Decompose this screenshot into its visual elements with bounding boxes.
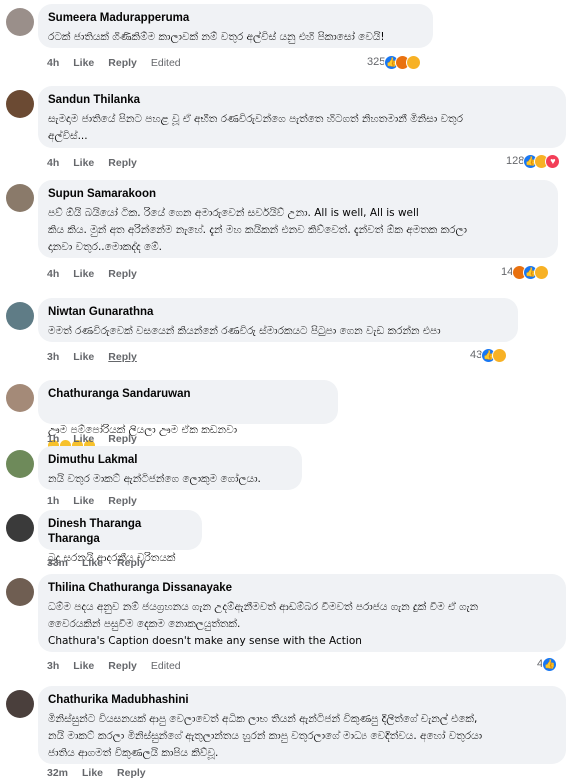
comment-time[interactable]: 33m xyxy=(47,556,68,570)
reaction-count: 128 xyxy=(506,155,525,167)
like-button[interactable]: Like xyxy=(73,56,94,70)
avatar[interactable] xyxy=(6,302,34,330)
comment-time[interactable]: 32m xyxy=(47,766,68,778)
comment-author[interactable]: Dimuthu Lakmal xyxy=(48,453,292,468)
love-icon: ♥ xyxy=(545,153,561,169)
comment-time[interactable]: 1h xyxy=(47,494,59,508)
comment-text: ධම්ම පදය අනුව නම් ජයග්‍රහනය ගැන උදම්ඇනීම… xyxy=(48,601,479,647)
like-icon: 👍 xyxy=(542,656,558,672)
like-button[interactable]: Like xyxy=(73,350,94,364)
like-button[interactable]: Like xyxy=(73,494,94,508)
avatar[interactable] xyxy=(6,578,34,606)
comment-text: නයි වතුර මාකට් ඇන්ටිජන්ගෙ ලොකුම ගෝලයා. xyxy=(48,473,261,485)
reply-button[interactable]: Reply xyxy=(108,350,137,364)
comment-author[interactable]: Thilina Chathuranga Dissanayake xyxy=(48,581,556,596)
avatar[interactable] xyxy=(6,690,34,718)
avatar[interactable] xyxy=(6,184,34,212)
comment-author[interactable]: Dinesh Tharanga Tharanga xyxy=(48,517,192,547)
comment-bubble: Dimuthu Lakmal නයි වතුර මාකට් ඇන්ටිජන්ගෙ… xyxy=(38,446,302,490)
comment-actions: 4h Like Reply Edited xyxy=(47,56,181,70)
comment-actions: 3h Like Reply xyxy=(47,350,137,364)
reaction-summary[interactable]: 14 👍 xyxy=(501,264,550,280)
avatar[interactable] xyxy=(6,450,34,478)
comment-actions: 32m Like Reply xyxy=(47,766,146,778)
like-button[interactable]: Like xyxy=(82,766,103,778)
comment-text: රටක් ජාතියක් ගිණිකිම්ම කාලාවක් නම් වතුර … xyxy=(48,31,385,43)
comment-author[interactable]: Supun Samarakoon xyxy=(48,187,548,202)
like-button[interactable]: Like xyxy=(73,267,94,281)
reply-button[interactable]: Reply xyxy=(117,766,146,778)
reaction-count: 325 xyxy=(367,56,386,68)
reaction-summary[interactable]: 128 👍 ♥ xyxy=(506,153,561,169)
comment-actions: 1h Like Reply xyxy=(47,432,137,446)
comment-author[interactable]: Sandun Thilanka xyxy=(48,93,556,108)
comment-author[interactable]: Niwtan Gunarathna xyxy=(48,305,508,320)
comment-bubble: Supun Samarakoon පව් ඕයි බයියෝ ටික. රියේ… xyxy=(38,180,558,258)
comment-time[interactable]: 4h xyxy=(47,156,59,170)
haha-icon xyxy=(406,54,422,70)
haha-icon xyxy=(534,264,550,280)
comment-actions: 4h Like Reply xyxy=(47,267,137,281)
comment-text: සැමදාම ජාතියේ පිනට පහළ වූ ඒ අභීත රණවිරුව… xyxy=(48,113,463,142)
comment-actions: 4h Like Reply xyxy=(47,156,137,170)
reply-button[interactable]: Reply xyxy=(117,556,146,570)
comment-text: පව් ඕයි බයියෝ ටික. රියේ ගෙන අමාරුවෙන් සර… xyxy=(48,207,467,253)
reaction-summary[interactable]: 43 👍 xyxy=(470,347,508,363)
reaction-summary[interactable]: 325 👍 xyxy=(367,54,422,70)
reply-button[interactable]: Reply xyxy=(108,494,137,508)
comment-author[interactable]: Chathurika Madubhashini xyxy=(48,693,556,708)
like-button[interactable]: Like xyxy=(73,432,94,446)
comment-actions: 33m Like Reply xyxy=(47,556,146,570)
like-button[interactable]: Like xyxy=(73,659,94,673)
reply-button[interactable]: Reply xyxy=(108,659,137,673)
comment-text: මමත් රණවිරුවෙක් වසයෙන් කියන්නේ රණවිරු ස්… xyxy=(48,325,441,337)
edited-label: Edited xyxy=(150,660,181,672)
comment-bubble: Sumeera Madurapperuma රටක් ජාතියක් ගිණික… xyxy=(38,4,433,48)
comments-list: Sumeera Madurapperuma රටක් ජාතියක් ගිණික… xyxy=(0,0,579,778)
comment-bubble: Chathuranga Sandaruwan ඌම පම්පෝරියක් ලිය… xyxy=(38,380,338,451)
comment-bubble: Thilina Chathuranga Dissanayake ධම්ම පදය… xyxy=(38,574,566,652)
reply-button[interactable]: Reply xyxy=(108,432,137,446)
reply-button[interactable]: Reply xyxy=(108,56,137,70)
reply-button[interactable]: Reply xyxy=(108,156,137,170)
comment-bubble: Niwtan Gunarathna මමත් රණවිරුවෙක් වසයෙන්… xyxy=(38,298,518,342)
avatar[interactable] xyxy=(6,90,34,118)
like-button[interactable]: Like xyxy=(73,156,94,170)
comment-actions: 3h Like Reply Edited xyxy=(47,659,181,673)
edited-label: Edited xyxy=(150,57,181,69)
comment-time[interactable]: 3h xyxy=(47,659,59,673)
comment-bubble: Chathurika Madubhashini මිනිස්සුන්ට වියස… xyxy=(38,686,566,764)
haha-icon xyxy=(492,347,508,363)
comment-time[interactable]: 4h xyxy=(47,56,59,70)
comment-time[interactable]: 3h xyxy=(47,350,59,364)
comment-bubble: Sandun Thilanka සැමදාම ජාතියේ පිනට පහළ ව… xyxy=(38,86,566,148)
comment-text: මිනිස්සුන්ට වියසනයක් ආපු වෙලාවෙත් අධික ල… xyxy=(48,713,483,759)
like-button[interactable]: Like xyxy=(82,556,103,570)
comment-time[interactable]: 4h xyxy=(47,267,59,281)
avatar[interactable] xyxy=(6,384,34,412)
comment-time[interactable]: 1h xyxy=(47,432,59,446)
reply-button[interactable]: Reply xyxy=(108,267,137,281)
comment-author[interactable]: Chathuranga Sandaruwan xyxy=(48,387,328,402)
comment-author[interactable]: Sumeera Madurapperuma xyxy=(48,11,423,26)
avatar[interactable] xyxy=(6,8,34,36)
avatar[interactable] xyxy=(6,514,34,542)
comment-bubble: Dinesh Tharanga Tharanga බුදු සරනයි ආදරන… xyxy=(38,510,202,564)
reaction-summary[interactable]: 4 👍 xyxy=(537,656,558,672)
comment-actions: 1h Like Reply xyxy=(47,494,137,508)
